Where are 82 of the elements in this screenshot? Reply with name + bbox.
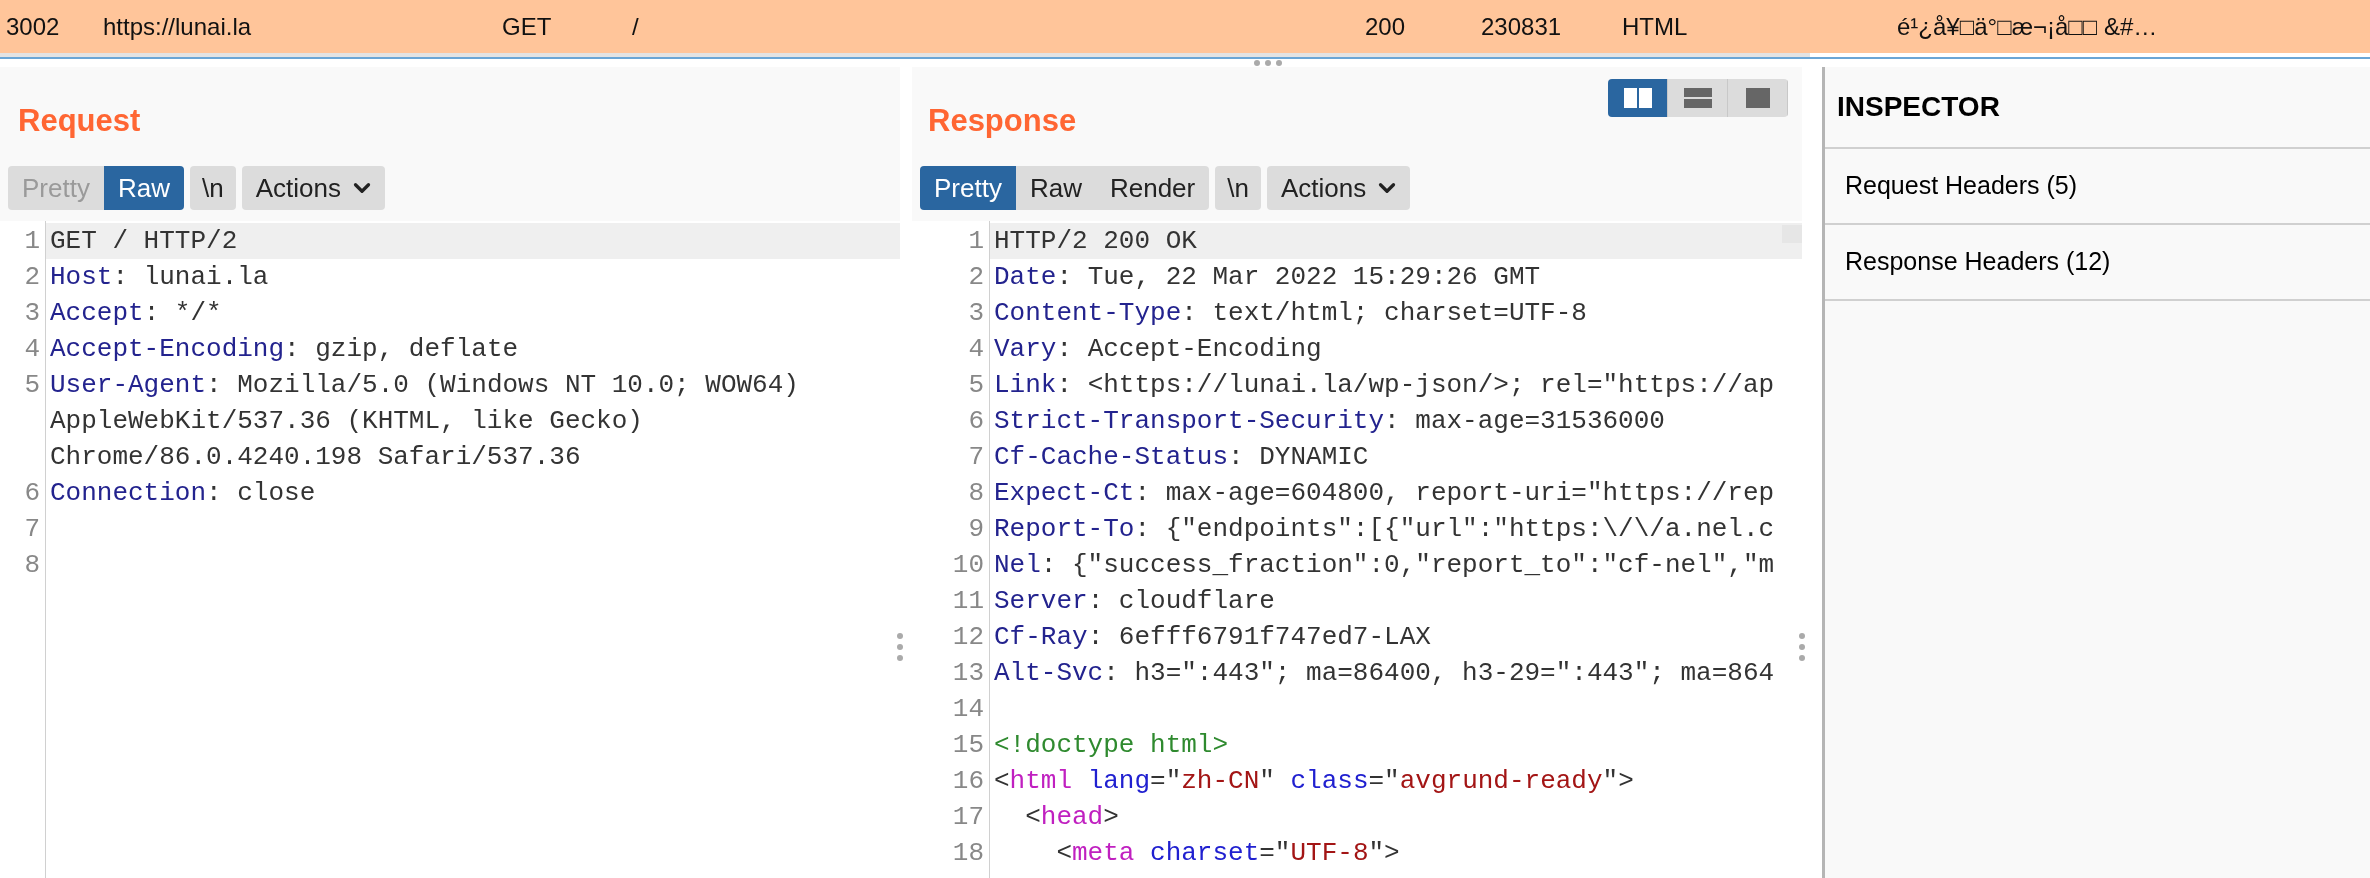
split-columns-icon: [1622, 87, 1653, 109]
code-line: Link: <https://lunai.la/wp-json/>; rel="https://ap: [994, 370, 1775, 400]
table-cell: 200: [1365, 12, 1406, 40]
inspector-title: INSPECTOR: [1837, 90, 2000, 124]
line-number: 16: [952, 766, 984, 796]
code-line: <head>: [1024, 802, 1119, 832]
code-line: Expect-Ct: max-age=604800, report-uri="https://rep: [994, 478, 1775, 508]
line-number: 7: [968, 442, 984, 472]
single-pane-icon: [1744, 87, 1771, 109]
code-line: HTTP/2 200 OK: [994, 226, 1197, 256]
panel-title: Request: [18, 101, 141, 140]
code-line: Cf-Ray: 6efff6791f747ed7-LAX: [994, 622, 1431, 652]
code-line: Report-To: {"endpoints":[{"url":"https:\/\/a.nel.c: [994, 514, 1775, 544]
line-number: 8: [968, 478, 984, 508]
table-cell: é¹¿å¥□ä°□æ¬¡å□□ &#…: [1897, 12, 2158, 40]
line-number: 3: [968, 298, 984, 328]
layout-toggle-button[interactable]: [1608, 79, 1668, 117]
view-tab[interactable]: Render: [1095, 166, 1210, 210]
line-number: 4: [968, 334, 984, 364]
line-number: 18: [952, 838, 984, 868]
line-number: 7: [24, 514, 40, 544]
view-tab[interactable]: Pretty: [920, 166, 1016, 210]
line-number: 13: [952, 658, 984, 688]
line-number: 15: [952, 730, 984, 760]
table-cell: GET: [502, 12, 552, 40]
actions-dropdown[interactable]: Actions: [1266, 166, 1411, 210]
code-line: Connection: close: [50, 478, 316, 508]
code-line: <meta charset="UTF-8">: [1055, 838, 1400, 868]
line-number: 1: [968, 226, 984, 256]
line-number: 11: [952, 586, 984, 616]
panel-title: Response: [928, 101, 1077, 140]
line-number: 5: [968, 370, 984, 400]
code-line: Date: Tue, 22 Mar 2022 15:29:26 GMT: [994, 262, 1541, 292]
resize-handle-icon: [896, 632, 904, 662]
line-number: 5: [24, 370, 40, 400]
newline-toggle-button[interactable]: \n: [189, 166, 236, 210]
code-line: Accept-Encoding: gzip, deflate: [50, 334, 519, 364]
code-line: <html lang="zh-CN" class="avgrund-ready">: [994, 766, 1634, 796]
code-line: Nel: {"success_fraction":0,"report_to":"cf-nel","m: [994, 550, 1775, 580]
newline-toggle-button[interactable]: \n: [1215, 166, 1261, 210]
table-cell: 3002: [6, 12, 60, 40]
split-rows-icon: [1682, 87, 1713, 109]
table-cell: 230831: [1481, 12, 1562, 40]
code-line: Chrome/86.0.4240.198 Safari/537.36: [50, 442, 581, 472]
code-line: Vary: Accept-Encoding: [994, 334, 1322, 364]
code-line: Server: cloudflare: [994, 586, 1275, 616]
line-number: 2: [968, 262, 984, 292]
inspector-section[interactable]: Request Headers (5): [1825, 149, 2370, 225]
layout-toggle-button[interactable]: [1668, 79, 1728, 117]
table-cell: https://lunai.la: [103, 12, 252, 40]
code-line: GET / HTTP/2: [50, 226, 238, 256]
line-number: 14: [952, 694, 984, 724]
actions-dropdown[interactable]: Actions: [241, 166, 385, 210]
line-number: 12: [952, 622, 984, 652]
view-tab[interactable]: Raw: [103, 166, 184, 210]
code-line: Content-Type: text/html; charset=UTF-8: [994, 298, 1587, 328]
line-number: 4: [24, 334, 40, 364]
code-line: User-Agent: Mozilla/5.0 (Windows NT 10.0; WOW64): [50, 370, 799, 400]
code-line: Strict-Transport-Security: max-age=31536000: [994, 406, 1665, 436]
code-line: Alt-Svc: h3=":443"; ma=86400, h3-29=":443"; ma=864: [994, 658, 1775, 688]
inspector-section[interactable]: Response Headers (12): [1825, 225, 2370, 301]
line-number: 8: [24, 550, 40, 580]
line-number: 6: [24, 478, 40, 508]
line-number: 3: [24, 298, 40, 328]
line-number: 1: [24, 226, 40, 256]
resize-handle-icon: [1798, 632, 1806, 662]
line-number: 10: [952, 550, 984, 580]
line-number: 17: [952, 802, 984, 832]
code-line: Host: lunai.la: [50, 262, 269, 292]
line-number: 2: [24, 262, 40, 292]
history-row[interactable]: 3002 https://lunai.la GET / 200 230831 HTML é¹¿å¥□ä°□æ¬¡å□□ &#…: [0, 0, 2370, 53]
line-number: 9: [968, 514, 984, 544]
code-line: Accept: */*: [50, 298, 222, 328]
code-line: AppleWebKit/537.36 (KHTML, like Gecko): [50, 406, 643, 436]
code-line: <!doctype html>: [994, 730, 1229, 760]
drag-handle-icon: [1253, 59, 1283, 67]
view-tab[interactable]: Raw: [1015, 166, 1096, 210]
table-cell: HTML: [1622, 12, 1688, 40]
table-cell: /: [632, 12, 639, 40]
line-number: 6: [968, 406, 984, 436]
code-line: Cf-Cache-Status: DYNAMIC: [994, 442, 1369, 472]
layout-toggle-button[interactable]: [1728, 79, 1788, 117]
